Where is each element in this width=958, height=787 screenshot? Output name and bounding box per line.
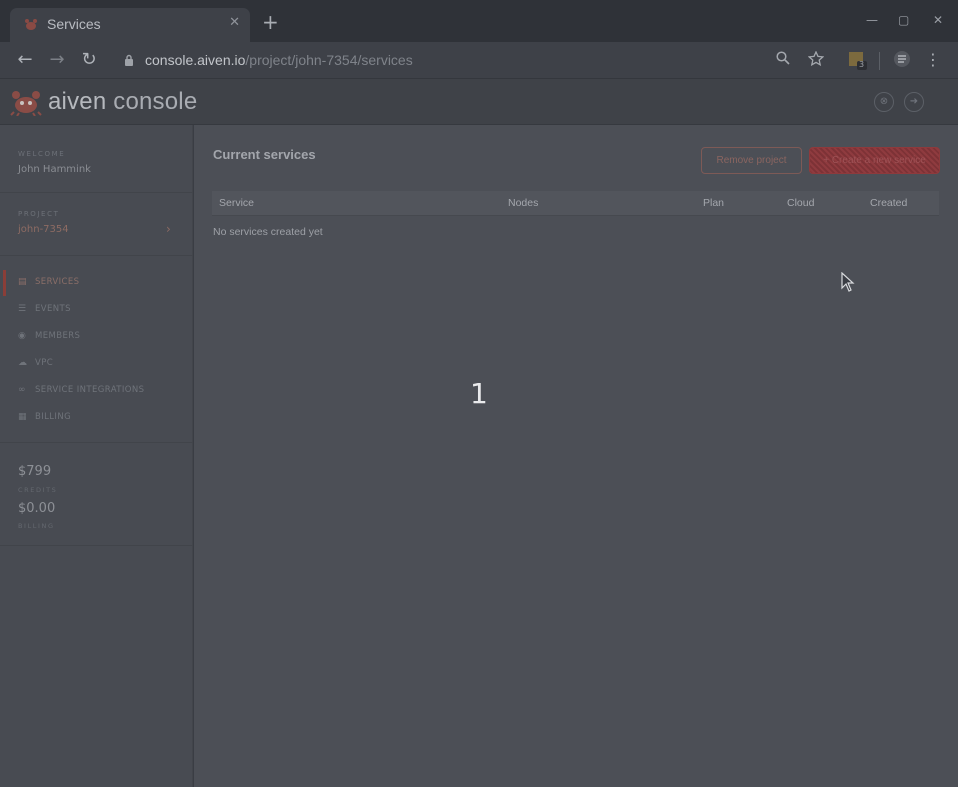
link-icon: ∞ [18,385,26,395]
tab-title: Services [47,16,101,32]
column-header-created[interactable]: Created [870,197,907,209]
app-logo-text[interactable]: aiven console [48,88,197,116]
url-text: console.aiven.io/project/john-7354/servi… [145,52,413,68]
sidebar: WELCOME John Hammink PROJECT john-7354 ›… [0,125,193,787]
logout-icon[interactable]: ➜ [904,92,924,112]
welcome-label: WELCOME [18,150,66,158]
search-icon[interactable] [776,51,790,65]
page-title: Current services [213,147,316,162]
credits-label: CREDITS [18,486,58,494]
billing-value: $0.00 [18,501,56,516]
sidebar-item-services[interactable]: ▤ SERVICES [0,270,193,296]
minimize-icon[interactable]: — [866,13,878,27]
address-bar[interactable]: console.aiven.io/project/john-7354/servi… [110,46,840,74]
app-header: aiven console ⊗ ➜ [0,79,958,125]
sidebar-item-events[interactable]: ☰ EVENTS [0,299,193,321]
bank-icon: ▦ [18,412,27,422]
browser-toolbar: ← → ↻ console.aiven.io/project/john-7354… [0,42,958,79]
remove-project-button[interactable]: Remove project [701,147,802,174]
sidebar-item-billing[interactable]: ▦ BILLING [0,407,193,429]
column-header-cloud[interactable]: Cloud [787,197,814,209]
forward-icon[interactable]: → [47,50,67,70]
services-table: Service Nodes Plan Cloud Created No serv… [212,191,939,238]
aiven-logo-icon [10,91,42,116]
browser-tab[interactable]: Services ✕ [10,8,250,42]
column-header-nodes[interactable]: Nodes [508,197,538,209]
sidebar-item-service-integrations[interactable]: ∞ SERVICE INTEGRATIONS [0,380,193,402]
window-close-icon[interactable]: ✕ [933,13,943,27]
star-icon[interactable] [808,51,824,66]
main-content: Current services Remove project + Create… [194,125,958,787]
column-header-service[interactable]: Service [219,197,254,209]
project-label: PROJECT [18,210,60,218]
sidebar-divider [0,255,193,256]
cloud-icon: ☁ [18,358,27,368]
sidebar-item-vpc[interactable]: ☁ VPC [0,353,193,375]
overlay-step-number: 1 [470,377,488,410]
menu-icon[interactable]: ⋮ [923,50,943,70]
sidebar-welcome: WELCOME John Hammink [0,125,193,193]
credits-value: $799 [18,464,52,479]
chevron-right-icon[interactable]: › [166,222,171,236]
mouse-cursor-icon [841,272,855,292]
project-name: john-7354 [18,224,69,235]
extension-icon[interactable]: 3 [848,51,868,71]
list-icon: ☰ [18,304,27,314]
extension-badge: 3 [859,60,865,69]
column-header-plan[interactable]: Plan [703,197,724,209]
help-icon[interactable]: ⊗ [874,92,894,112]
browser-titlebar: Services ✕ + — ▢ ✕ [0,0,958,42]
reload-icon[interactable]: ↻ [79,50,99,70]
sidebar-project[interactable]: PROJECT john-7354 [0,193,193,255]
maximize-icon[interactable]: ▢ [898,13,909,27]
lock-icon [125,54,133,66]
eye-icon: ◉ [18,331,26,341]
sidebar-item-members[interactable]: ◉ MEMBERS [0,326,193,348]
toolbar-separator [879,52,880,70]
aiven-crab-icon [25,19,37,30]
empty-state-message: No services created yet [213,226,323,238]
sidebar-divider [0,442,193,443]
table-header: Service Nodes Plan Cloud Created [212,191,939,216]
back-icon[interactable]: ← [15,50,35,70]
new-tab-button[interactable]: + [262,12,279,32]
user-name: John Hammink [18,164,91,175]
sidebar-divider [0,545,193,546]
create-service-button[interactable]: + Create a new service [809,147,940,174]
billing-label: BILLING [18,522,55,530]
server-icon: ▤ [18,277,27,287]
profile-icon[interactable] [893,50,911,68]
tab-close-icon[interactable]: ✕ [229,15,240,30]
